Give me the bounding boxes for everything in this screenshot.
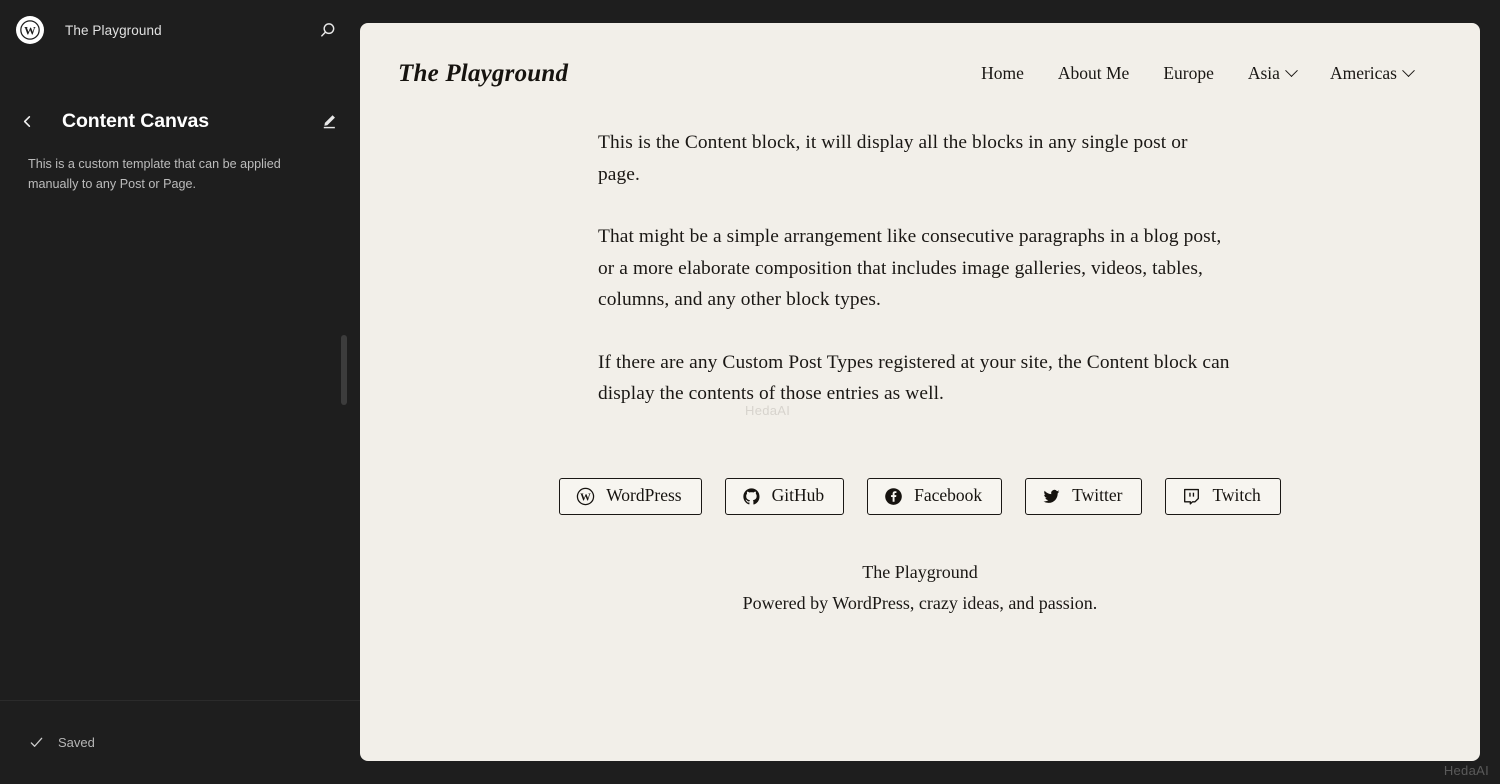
nav-item-label: Europe xyxy=(1163,63,1214,83)
social-button-twitter[interactable]: Twitter xyxy=(1025,477,1143,515)
primary-navigation: Home About Me Europe Asia Americas xyxy=(964,59,1430,88)
site-preview-canvas: The Playground Home About Me Europe Asia xyxy=(360,23,1480,761)
paragraph: This is the Content block, it will displ… xyxy=(598,132,1188,185)
social-button-label: WordPress xyxy=(606,485,682,506)
social-button-wordpress[interactable]: W WordPress xyxy=(559,477,702,515)
search-icon[interactable] xyxy=(310,13,344,47)
paragraph: If there are any Custom Post Types regis… xyxy=(598,351,1230,405)
wordpress-icon: W xyxy=(576,487,595,506)
nav-item-label: Americas xyxy=(1329,63,1397,83)
nav-item-asia[interactable]: Asia xyxy=(1231,59,1313,88)
svg-text:W: W xyxy=(24,24,36,37)
social-button-label: GitHub xyxy=(771,485,825,506)
paragraph: That might be a simple arrangement like … xyxy=(598,226,1222,310)
twitch-icon xyxy=(1182,487,1201,506)
nav-item-americas[interactable]: Americas xyxy=(1313,59,1430,88)
template-description: This is a custom template that can be ap… xyxy=(28,157,281,191)
chevron-left-icon[interactable] xyxy=(14,108,40,134)
social-button-twitch[interactable]: Twitch xyxy=(1165,477,1281,515)
chevron-down-icon[interactable] xyxy=(1402,64,1415,78)
sidebar-site-name: The Playground xyxy=(65,22,162,38)
social-button-facebook[interactable]: Facebook xyxy=(867,477,1003,515)
twitter-icon xyxy=(1042,487,1061,506)
social-button-label: Facebook xyxy=(914,485,983,506)
post-content: This is the Content block, it will displ… xyxy=(598,127,1234,410)
svg-text:W: W xyxy=(580,491,591,503)
nav-item-label: About Me xyxy=(1057,63,1130,83)
nav-item-label: Asia xyxy=(1247,63,1280,83)
check-icon xyxy=(28,734,45,751)
footer-site-name: The Playground xyxy=(862,561,978,582)
saved-label: Saved xyxy=(58,735,95,750)
content-block: This is the Content block, it will displ… xyxy=(360,88,1480,619)
canvas-area: The Playground Home About Me Europe Asia xyxy=(341,0,1500,784)
github-icon xyxy=(742,487,761,506)
site-footer: The Playground Powered by WordPress, cra… xyxy=(360,557,1480,619)
site-header: The Playground Home About Me Europe Asia xyxy=(360,23,1480,88)
wordpress-logo-icon[interactable]: W xyxy=(16,16,44,44)
nav-item-home[interactable]: Home xyxy=(964,59,1041,88)
status-badge: Saved xyxy=(28,734,95,751)
social-button-github[interactable]: GitHub xyxy=(724,477,845,515)
footer-credit: Powered by WordPress, crazy ideas, and p… xyxy=(742,592,1098,613)
editor-sidebar: W The Playground Content Canvas This is … xyxy=(0,0,360,784)
canvas-resize-handle[interactable] xyxy=(341,335,347,405)
pencil-icon[interactable] xyxy=(314,106,344,136)
template-header: Content Canvas xyxy=(0,106,360,136)
social-button-label: Twitter xyxy=(1072,485,1123,506)
facebook-icon xyxy=(884,487,903,506)
nav-item-about-me[interactable]: About Me xyxy=(1041,59,1146,88)
social-button-label: Twitch xyxy=(1212,485,1261,506)
nav-item-europe[interactable]: Europe xyxy=(1146,59,1231,88)
editor-root: W The Playground Content Canvas This is … xyxy=(0,0,1500,784)
chevron-down-icon[interactable] xyxy=(1285,64,1298,78)
site-brand-title: The Playground xyxy=(398,59,569,87)
sidebar-topbar: W The Playground xyxy=(0,0,360,60)
social-links-row: W WordPress GitHub Facebook Twitter Twit… xyxy=(360,477,1480,515)
page-title: Content Canvas xyxy=(62,109,210,132)
nav-item-label: Home xyxy=(981,63,1024,83)
sidebar-footer: Saved xyxy=(0,700,360,784)
